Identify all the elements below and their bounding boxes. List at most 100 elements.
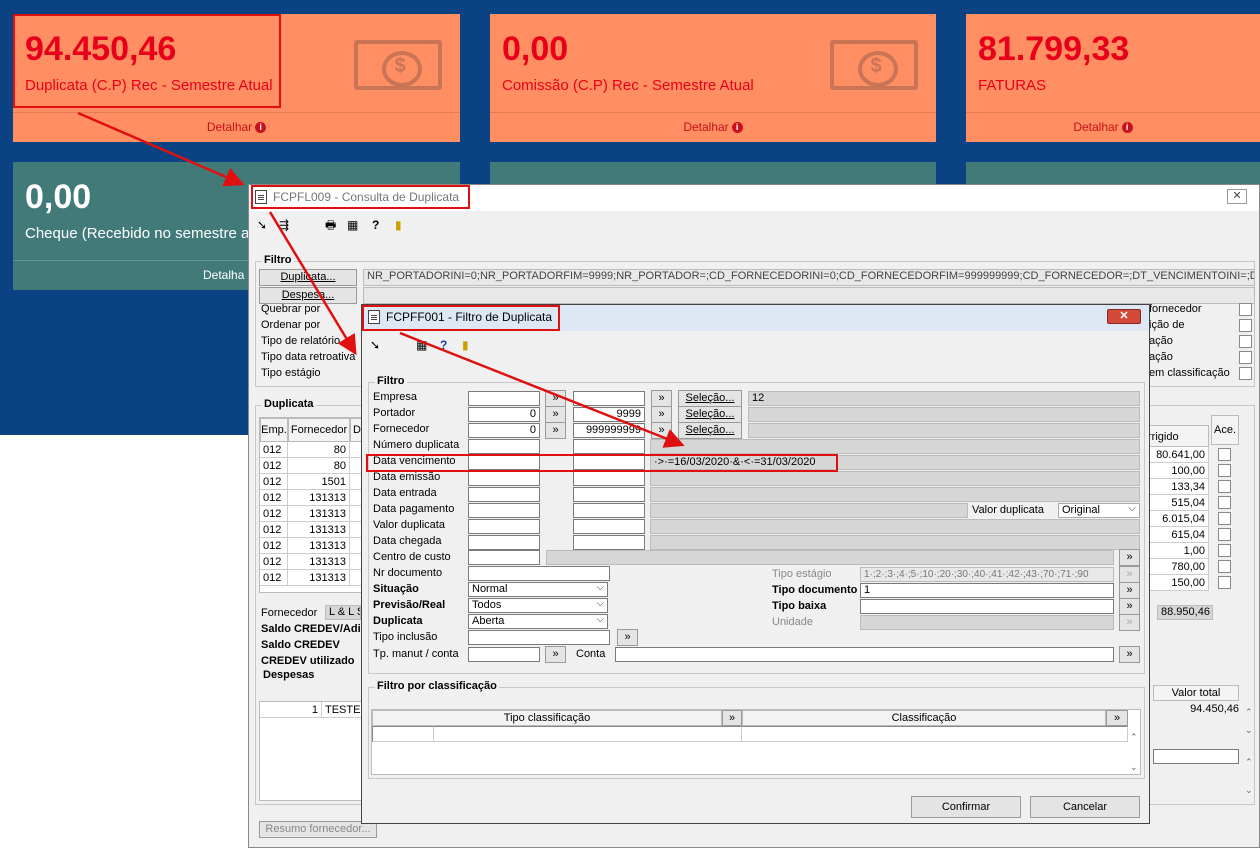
checkbox[interactable] bbox=[1239, 335, 1252, 348]
cancel-button[interactable]: Cancelar bbox=[1030, 796, 1140, 818]
print-icon[interactable]: 🖶 bbox=[325, 218, 336, 232]
grid-cell[interactable]: 131313 bbox=[288, 538, 350, 554]
grid-cell[interactable]: 131313 bbox=[288, 570, 350, 586]
grid-cell[interactable] bbox=[434, 726, 742, 742]
despesa-button[interactable]: Despesa... bbox=[259, 287, 357, 304]
accept-checkbox[interactable] bbox=[1218, 448, 1231, 461]
grid-cell[interactable]: 012 bbox=[260, 442, 288, 458]
checkbox[interactable] bbox=[1239, 367, 1252, 380]
tipo-baixa-field[interactable] bbox=[860, 599, 1114, 614]
to-field[interactable] bbox=[573, 503, 645, 518]
lookup-button[interactable]: » bbox=[545, 422, 566, 439]
accept-checkbox[interactable] bbox=[1218, 528, 1231, 541]
grid-cell[interactable]: 012 bbox=[260, 538, 288, 554]
column-header[interactable]: Emp. bbox=[260, 418, 288, 442]
lookup-button[interactable]: » bbox=[1119, 582, 1140, 599]
lookup-button[interactable]: » bbox=[651, 422, 672, 439]
to-field[interactable] bbox=[573, 487, 645, 502]
lookup-button[interactable]: » bbox=[1119, 566, 1140, 583]
duplicata-grid[interactable]: Emp. Fornecedor D 012 80 012 80 012 1501 012 13… bbox=[259, 417, 364, 593]
export-icon[interactable]: ⇶ bbox=[279, 218, 289, 232]
tipo-inclusao-field[interactable] bbox=[468, 630, 610, 645]
exit-icon[interactable]: ▮ bbox=[395, 218, 402, 232]
lookup-button[interactable]: » bbox=[545, 406, 566, 423]
grid-cell[interactable]: 012 bbox=[260, 458, 288, 474]
grid-cell[interactable]: 012 bbox=[260, 522, 288, 538]
checkbox[interactable] bbox=[1239, 319, 1252, 332]
checkbox[interactable] bbox=[1239, 351, 1252, 364]
grid-cell[interactable]: 012 bbox=[260, 474, 288, 490]
grid-cell[interactable]: 80.641,00 bbox=[1143, 447, 1209, 463]
scroll-arrow-icon[interactable]: ⌄ bbox=[1245, 723, 1253, 737]
grid-cell[interactable]: 780,00 bbox=[1143, 559, 1209, 575]
confirm-button[interactable]: Confirmar bbox=[911, 796, 1021, 818]
nr-documento-field[interactable] bbox=[468, 566, 610, 581]
help-icon[interactable]: ? bbox=[372, 218, 379, 232]
close-button[interactable]: ✕ bbox=[1107, 309, 1141, 324]
column-header[interactable]: Fornecedor bbox=[288, 418, 350, 442]
grid-icon[interactable]: ▦ bbox=[347, 218, 358, 232]
grid-cell[interactable]: 80 bbox=[288, 458, 350, 474]
to-field[interactable]: 999999999 bbox=[573, 423, 645, 438]
selecao-button[interactable]: Seleção... bbox=[678, 390, 742, 407]
checkbox[interactable] bbox=[1239, 303, 1252, 316]
accept-checkbox[interactable] bbox=[1218, 496, 1231, 509]
lookup-button[interactable]: » bbox=[1119, 646, 1140, 663]
grid-cell[interactable] bbox=[372, 726, 434, 742]
pointer-icon[interactable]: ➘ bbox=[257, 218, 267, 232]
lookup-button[interactable]: » bbox=[1119, 549, 1140, 566]
grid-cell[interactable]: 012 bbox=[260, 554, 288, 570]
grid-cell[interactable]: 615,04 bbox=[1143, 527, 1209, 543]
column-header[interactable]: Valor total bbox=[1153, 685, 1239, 701]
grid-cell[interactable]: 1501 bbox=[288, 474, 350, 490]
lookup-button[interactable]: » bbox=[722, 710, 742, 726]
pointer-icon[interactable]: ➘ bbox=[370, 338, 380, 352]
from-field[interactable] bbox=[468, 471, 540, 486]
accept-checkbox[interactable] bbox=[1218, 560, 1231, 573]
selecao-button[interactable]: Seleção... bbox=[678, 422, 742, 439]
situacao-select[interactable]: Normal bbox=[468, 581, 608, 597]
grid-cell[interactable]: 1,00 bbox=[1143, 543, 1209, 559]
from-field[interactable] bbox=[468, 503, 540, 518]
scroll-arrow-icon[interactable]: ⌃ bbox=[1245, 755, 1253, 769]
accept-checkbox[interactable] bbox=[1218, 512, 1231, 525]
column-header[interactable]: Ace. bbox=[1211, 415, 1239, 445]
grid-cell[interactable]: 515,04 bbox=[1143, 495, 1209, 511]
text-field[interactable] bbox=[1153, 749, 1239, 764]
despesas-grid[interactable]: 1 TESTE bbox=[259, 701, 364, 801]
from-field[interactable]: 0 bbox=[468, 407, 540, 422]
lookup-button[interactable]: » bbox=[1106, 710, 1128, 726]
column-header[interactable]: Classificação bbox=[742, 710, 1106, 726]
detail-link[interactable]: Detalhar i bbox=[490, 112, 936, 142]
grid-cell[interactable]: 6.015,04 bbox=[1143, 511, 1209, 527]
from-field[interactable] bbox=[468, 535, 540, 550]
lookup-button[interactable]: » bbox=[1119, 614, 1140, 631]
classificacao-grid[interactable]: Tipo classificação » Classificação » ⌃ ⌄ bbox=[371, 709, 1141, 775]
to-field[interactable] bbox=[573, 471, 645, 486]
accept-checkbox[interactable] bbox=[1218, 464, 1231, 477]
selecao-button[interactable]: Seleção... bbox=[678, 406, 742, 423]
grid-cell[interactable]: 131313 bbox=[288, 522, 350, 538]
from-field[interactable] bbox=[468, 519, 540, 534]
to-field[interactable] bbox=[573, 535, 645, 550]
duplicata-button[interactable]: Duplicata... bbox=[259, 269, 357, 286]
lookup-button[interactable]: » bbox=[651, 390, 672, 407]
lookup-button[interactable]: » bbox=[545, 646, 566, 663]
detail-link[interactable]: Detalhar i bbox=[966, 112, 1260, 142]
close-button[interactable]: ✕ bbox=[1227, 189, 1247, 204]
detail-link[interactable]: Detalhar i bbox=[13, 112, 460, 142]
tile-comissao[interactable]: 0,00 Comissão (C.P) Rec - Semestre Atual… bbox=[490, 14, 936, 142]
tile-faturas[interactable]: 81.799,33 FATURAS Detalhar i bbox=[966, 14, 1260, 142]
column-header[interactable]: Tipo classificação bbox=[372, 710, 722, 726]
help-icon[interactable]: ? bbox=[440, 338, 447, 352]
lookup-button[interactable]: » bbox=[545, 390, 566, 407]
lookup-button[interactable]: » bbox=[651, 406, 672, 423]
grid-cell[interactable]: 80 bbox=[288, 442, 350, 458]
grid-cell[interactable]: 012 bbox=[260, 506, 288, 522]
lookup-button[interactable]: » bbox=[617, 629, 638, 646]
from-field[interactable]: 0 bbox=[468, 423, 540, 438]
grid-cell[interactable]: 100,00 bbox=[1143, 463, 1209, 479]
grid-cell[interactable]: 133,34 bbox=[1143, 479, 1209, 495]
grid-cell[interactable]: 150,00 bbox=[1143, 575, 1209, 591]
grid-cell[interactable]: 012 bbox=[260, 570, 288, 586]
